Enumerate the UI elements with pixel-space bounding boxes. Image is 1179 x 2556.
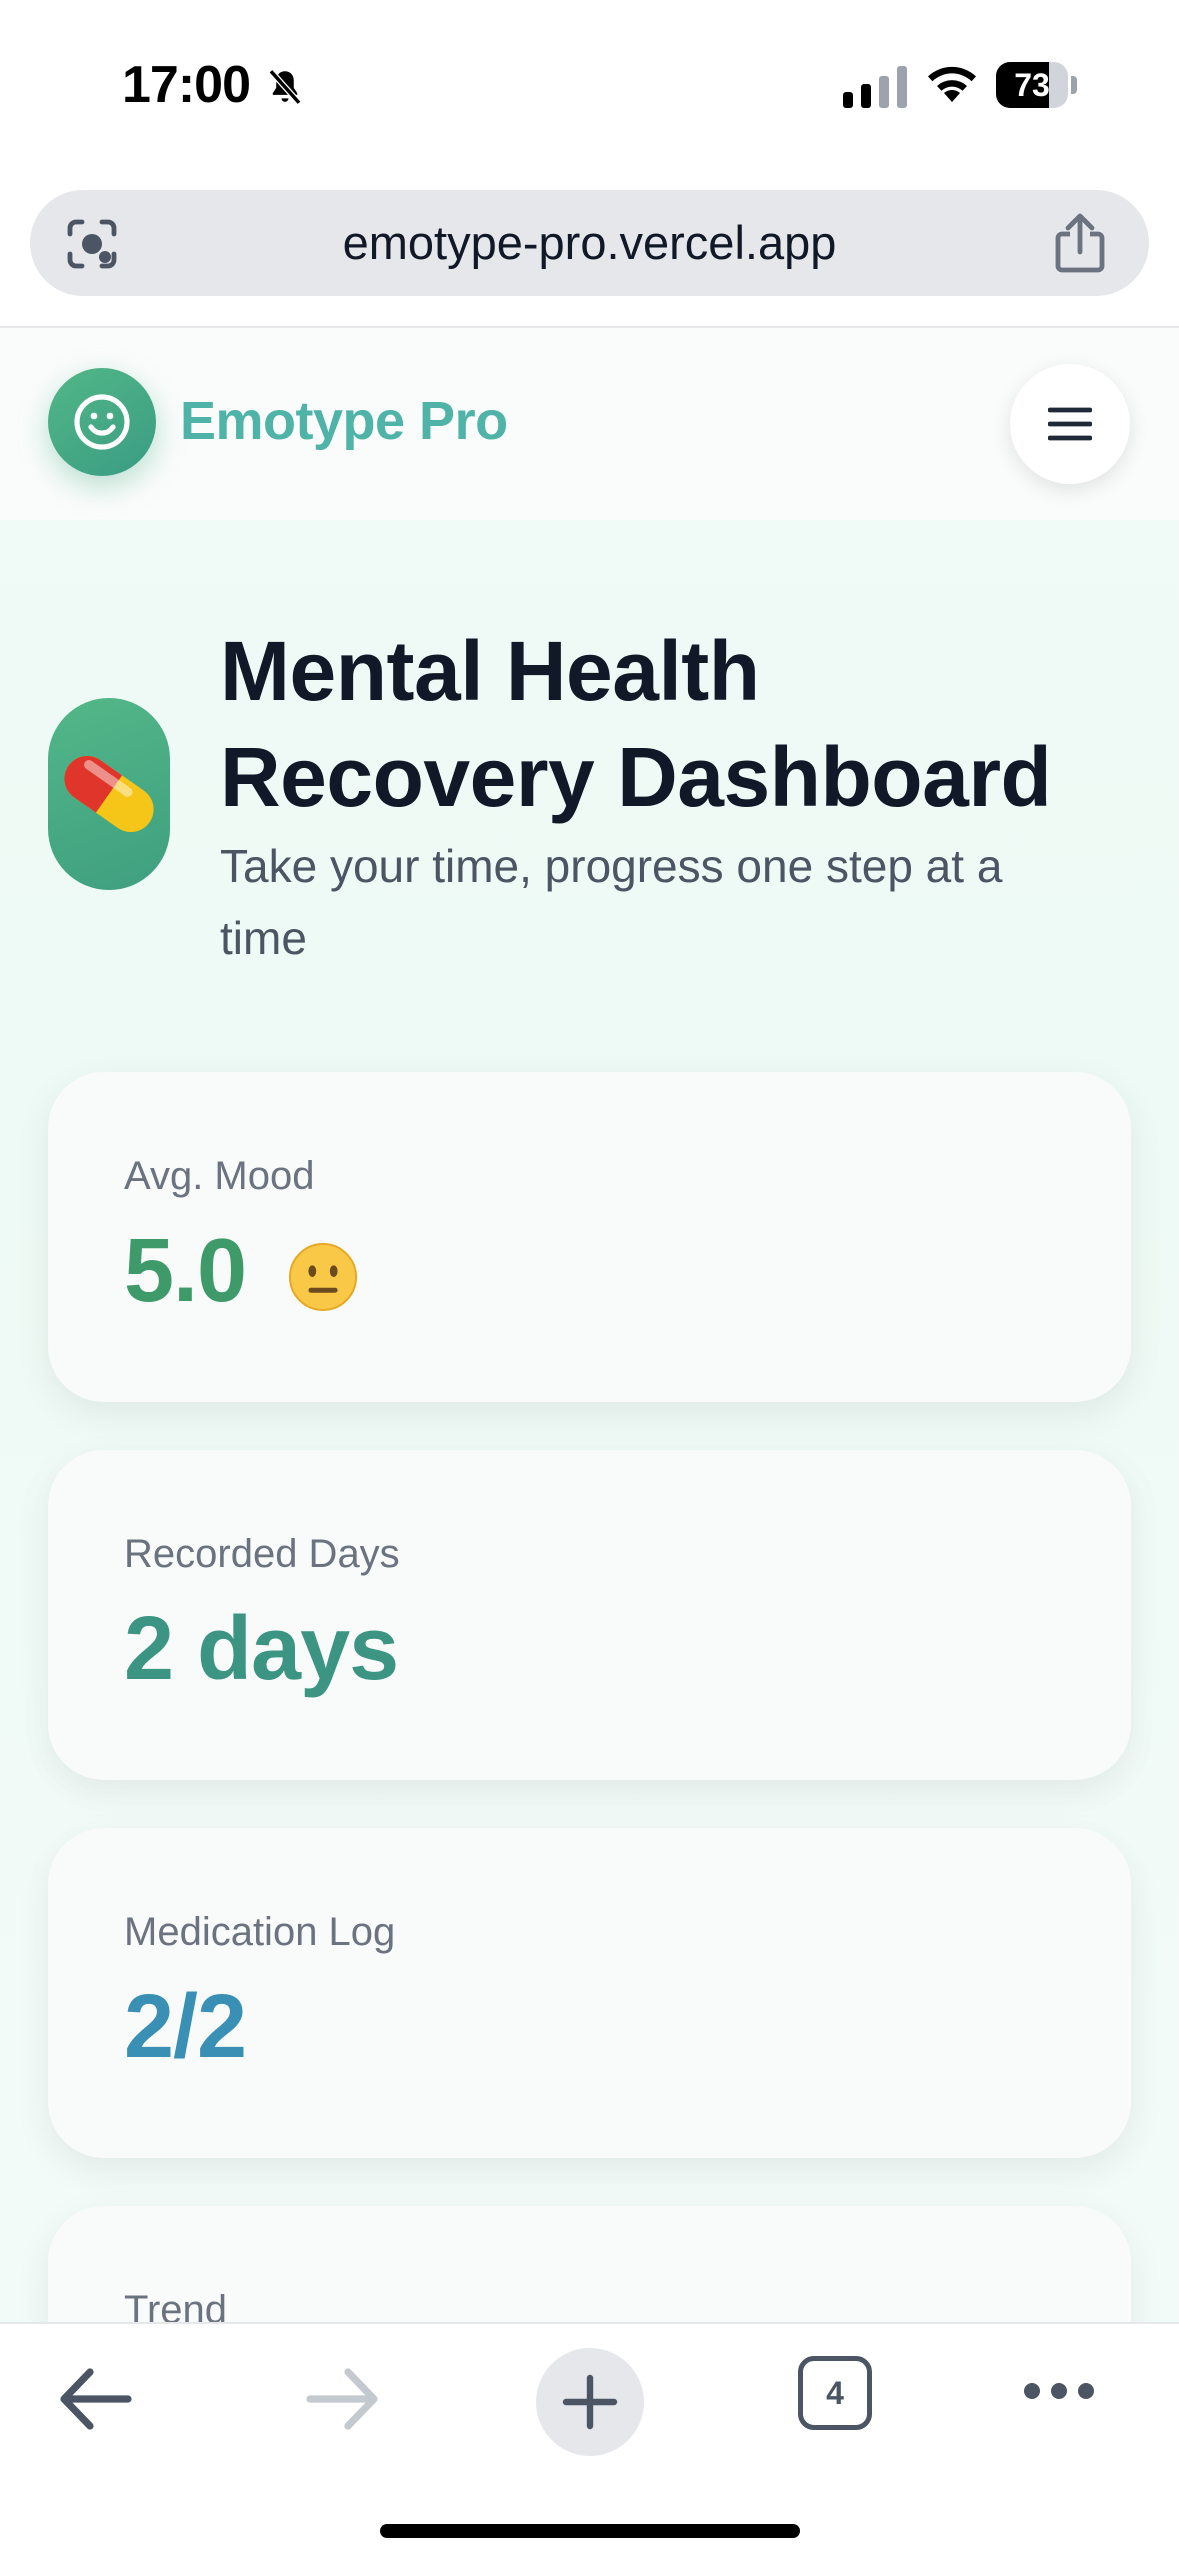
page-title: Mental Health Recovery Dashboard: [220, 624, 1052, 824]
stat-card-medication-log: Medication Log 2/2: [48, 1828, 1131, 2158]
share-icon[interactable]: [1050, 212, 1110, 274]
battery-icon: 73: [996, 62, 1078, 108]
hero-icon-badge: [48, 698, 170, 890]
battery-level: 73: [1014, 67, 1050, 103]
plus-icon: [562, 2374, 618, 2430]
stat-value: 2 days: [124, 1599, 399, 1699]
neutral-face-icon: [288, 1242, 358, 1312]
logo[interactable]: [48, 368, 156, 476]
cellular-signal-icon: [843, 66, 907, 108]
app-content: Emotype Pro Mental Health Recovery Dashb…: [0, 328, 1179, 2322]
tab-count: 4: [826, 2375, 844, 2411]
page-subtitle: Take your time, progress one step at a t…: [220, 840, 1003, 964]
wifi-icon: [928, 66, 976, 102]
stat-label: Avg. Mood: [124, 1154, 315, 1198]
address-bar[interactable]: emotype-pro.vercel.app: [30, 190, 1149, 296]
stat-card-trend: Trend: [48, 2206, 1131, 2322]
stat-card-recorded-days: Recorded Days 2 days: [48, 1450, 1131, 1780]
stat-value: 2/2: [124, 1977, 247, 2077]
pill-icon: [64, 755, 154, 833]
brand-title[interactable]: Emotype Pro: [180, 390, 508, 452]
hamburger-menu-icon: [1048, 407, 1092, 441]
stat-card-avg-mood: Avg. Mood 5.0: [48, 1072, 1131, 1402]
bell-slash-icon: [268, 69, 302, 105]
url-text[interactable]: emotype-pro.vercel.app: [30, 190, 1149, 296]
browser-toolbar: 4: [0, 2322, 1179, 2556]
more-dots-icon[interactable]: [1022, 2376, 1096, 2406]
stat-label: Recorded Days: [124, 1532, 400, 1576]
status-time: 17:00: [122, 56, 251, 114]
home-indicator[interactable]: [380, 2524, 800, 2538]
new-tab-button[interactable]: [536, 2348, 644, 2456]
tabs-icon[interactable]: 4: [798, 2356, 872, 2430]
app-header: Emotype Pro: [0, 328, 1179, 520]
phone-screen: 17:00 73 emotype-pro.vercel.app Emotype …: [0, 0, 1179, 2556]
stat-value: 5.0: [124, 1221, 247, 1321]
forward-arrow-icon[interactable]: [302, 2364, 382, 2434]
status-bar: 17:00 73: [0, 0, 1179, 170]
stat-label: Medication Log: [124, 1910, 396, 1954]
smiley-icon: [74, 394, 130, 450]
menu-button[interactable]: [1010, 364, 1130, 484]
stat-label: Trend: [124, 2288, 228, 2322]
back-arrow-icon[interactable]: [56, 2364, 136, 2434]
